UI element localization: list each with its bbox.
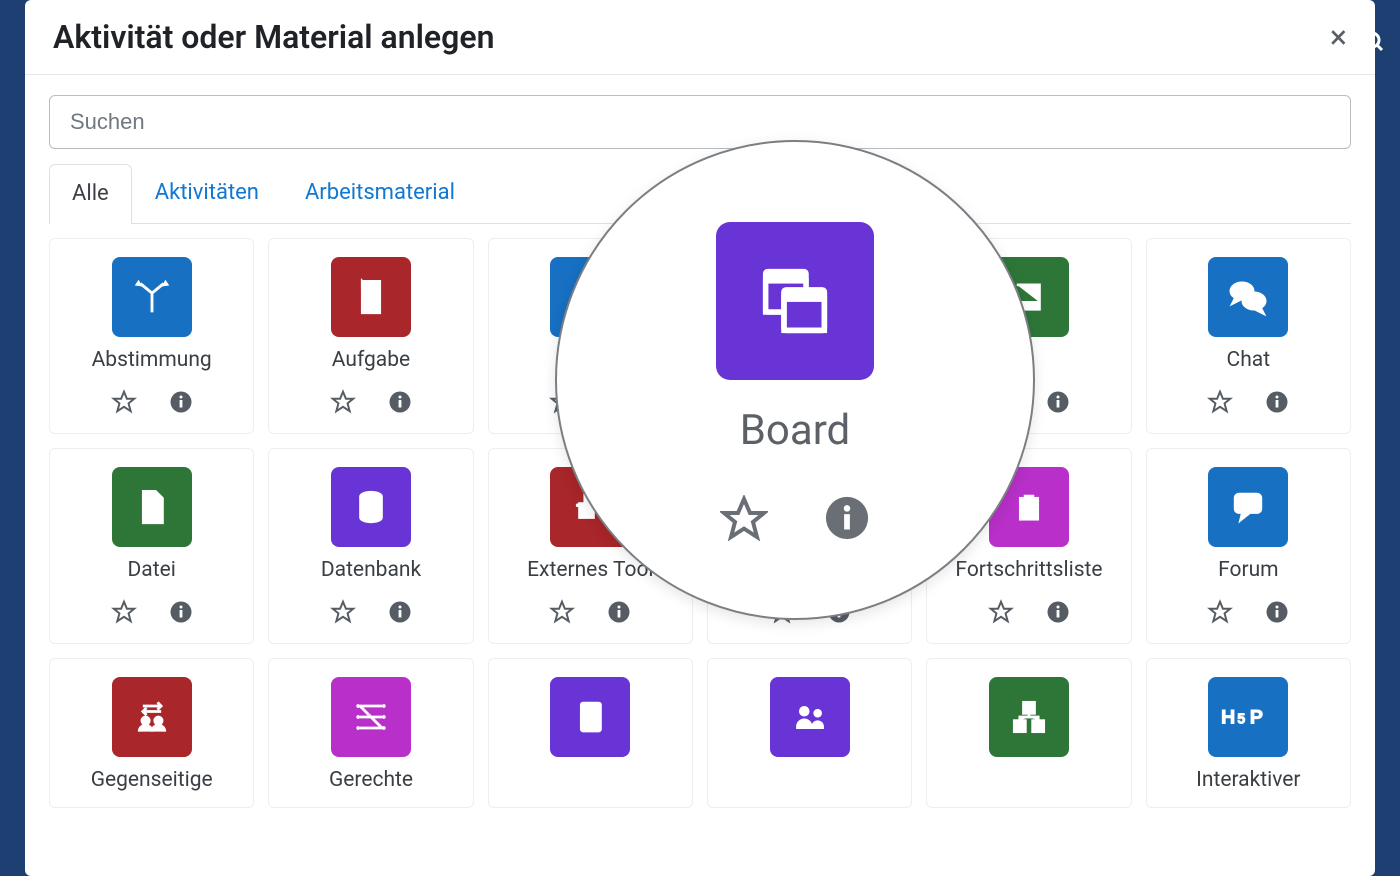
activity-card[interactable]: Datenbank bbox=[268, 448, 473, 644]
star-icon[interactable] bbox=[1207, 389, 1233, 419]
close-icon[interactable]: × bbox=[1330, 21, 1347, 53]
fair-icon bbox=[331, 677, 411, 757]
zoom-lens: Board bbox=[555, 140, 1035, 620]
activity-card[interactable]: Chat bbox=[1146, 238, 1351, 434]
group-icon bbox=[770, 677, 850, 757]
card-actions bbox=[988, 599, 1070, 629]
activity-label: Interaktiver bbox=[1196, 769, 1300, 793]
info-icon[interactable] bbox=[1046, 600, 1070, 628]
tab-activities[interactable]: Aktivitäten bbox=[132, 163, 282, 223]
activity-card[interactable] bbox=[707, 658, 912, 808]
choice-icon bbox=[112, 257, 192, 337]
file-icon bbox=[112, 467, 192, 547]
activity-card[interactable]: Gegenseitige bbox=[49, 658, 254, 808]
info-icon[interactable] bbox=[1265, 390, 1289, 418]
activity-card[interactable] bbox=[926, 658, 1131, 808]
journal-icon bbox=[550, 677, 630, 757]
activity-card[interactable]: Forum bbox=[1146, 448, 1351, 644]
search-input[interactable] bbox=[49, 95, 1351, 149]
tab-all[interactable]: Alle bbox=[49, 164, 132, 224]
activity-label: Forum bbox=[1218, 559, 1278, 583]
star-icon[interactable] bbox=[720, 495, 768, 547]
card-actions bbox=[111, 599, 193, 629]
activity-label: Gerechte bbox=[329, 769, 413, 793]
info-icon[interactable] bbox=[169, 600, 193, 628]
info-icon[interactable] bbox=[169, 390, 193, 418]
svg-text:H: H bbox=[1221, 706, 1235, 728]
svg-text:P: P bbox=[1250, 706, 1263, 728]
activity-label: Datenbank bbox=[321, 559, 421, 583]
info-icon[interactable] bbox=[388, 600, 412, 628]
star-icon[interactable] bbox=[549, 599, 575, 629]
assignment-icon bbox=[331, 257, 411, 337]
card-actions bbox=[330, 599, 412, 629]
chat-icon bbox=[1208, 257, 1288, 337]
card-actions bbox=[111, 389, 193, 419]
database-icon bbox=[331, 467, 411, 547]
forum-icon bbox=[1208, 467, 1288, 547]
info-icon[interactable] bbox=[824, 495, 870, 547]
info-icon[interactable] bbox=[1046, 390, 1070, 418]
activity-label: Externes Tool bbox=[527, 559, 653, 583]
activity-card[interactable]: Aufgabe bbox=[268, 238, 473, 434]
activity-card[interactable]: Datei bbox=[49, 448, 254, 644]
star-icon[interactable] bbox=[111, 389, 137, 419]
star-icon[interactable] bbox=[1207, 599, 1233, 629]
h5p-icon: H5P bbox=[1208, 677, 1288, 757]
card-actions bbox=[1207, 599, 1289, 629]
activity-label: Fortschrittsliste bbox=[955, 559, 1102, 583]
activity-card[interactable]: Gerechte bbox=[268, 658, 473, 808]
activity-label: Gegenseitige bbox=[91, 769, 213, 793]
board-icon bbox=[716, 222, 874, 380]
star-icon[interactable] bbox=[330, 389, 356, 419]
info-icon[interactable] bbox=[607, 600, 631, 628]
activity-card[interactable]: Abstimmung bbox=[49, 238, 254, 434]
star-icon[interactable] bbox=[330, 599, 356, 629]
modal-title: Aktivität oder Material anlegen bbox=[53, 18, 494, 56]
activity-label: Aufgabe bbox=[332, 349, 410, 373]
workshop-icon bbox=[989, 677, 1069, 757]
star-icon[interactable] bbox=[111, 599, 137, 629]
activity-label: Abstimmung bbox=[92, 349, 212, 373]
zoom-label: Board bbox=[740, 406, 851, 455]
info-icon[interactable] bbox=[1265, 600, 1289, 628]
card-actions bbox=[330, 389, 412, 419]
activity-card[interactable]: H5P Interaktiver bbox=[1146, 658, 1351, 808]
star-icon[interactable] bbox=[988, 599, 1014, 629]
peer-icon bbox=[112, 677, 192, 757]
activity-label: Datei bbox=[128, 559, 176, 583]
card-actions bbox=[1207, 389, 1289, 419]
svg-text:5: 5 bbox=[1238, 711, 1246, 727]
tab-resources[interactable]: Arbeitsmaterial bbox=[282, 163, 478, 223]
zoom-card-board[interactable]: Board bbox=[716, 214, 874, 547]
activity-label: Chat bbox=[1227, 349, 1271, 373]
info-icon[interactable] bbox=[388, 390, 412, 418]
modal-header: Aktivität oder Material anlegen × bbox=[25, 0, 1375, 75]
activity-card[interactable] bbox=[488, 658, 693, 808]
card-actions bbox=[549, 599, 631, 629]
